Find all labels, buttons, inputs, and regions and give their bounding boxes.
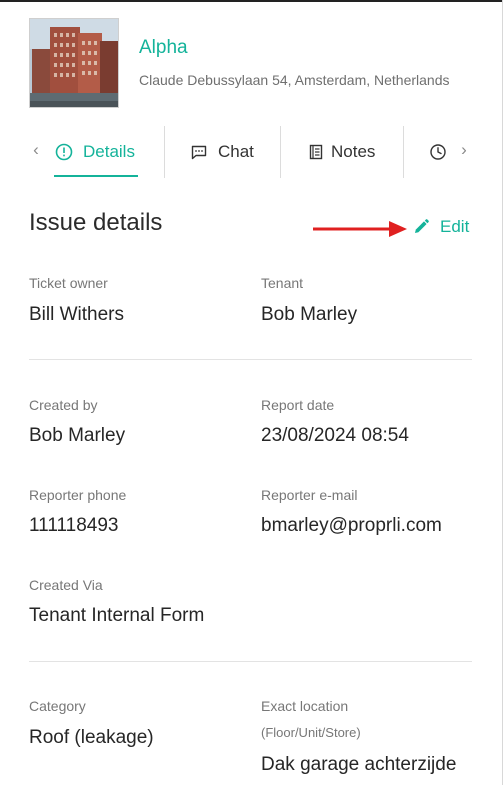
tab-notes[interactable]: Notes xyxy=(306,126,375,178)
report-date-value: 23/08/2024 08:54 xyxy=(261,425,409,446)
created-via-value: Tenant Internal Form xyxy=(29,605,205,626)
tab-separator xyxy=(403,126,404,178)
property-address: Claude Debussylaan 54, Amsterdam, Nether… xyxy=(139,72,450,88)
tenant-label: Tenant xyxy=(261,275,304,291)
property-name[interactable]: Alpha xyxy=(139,37,188,59)
category-label: Category xyxy=(29,698,86,714)
property-thumbnail xyxy=(29,18,119,108)
tab-details-label: Details xyxy=(83,142,135,161)
chat-bubble-icon xyxy=(189,142,209,162)
created-by-value: Bob Marley xyxy=(29,425,126,446)
tab-chat-label: Chat xyxy=(218,142,254,161)
exact-location-value: Dak garage achterzijde xyxy=(261,754,457,775)
edit-button[interactable]: Edit xyxy=(412,217,469,237)
tabs-scroll-right-icon[interactable]: › xyxy=(456,140,472,160)
exact-location-sublabel: (Floor/Unit/Store) xyxy=(261,725,361,740)
active-tab-indicator xyxy=(54,175,138,177)
window-top-border xyxy=(0,0,503,2)
category-value: Roof (leakage) xyxy=(29,727,154,748)
tab-separator xyxy=(164,126,165,178)
reporter-email-value: bmarley@proprli.com xyxy=(261,515,442,536)
info-circle-icon xyxy=(54,142,74,162)
tab-chat[interactable]: Chat xyxy=(189,126,254,178)
tabs-scroll-left-icon[interactable]: ‹ xyxy=(28,140,44,160)
created-via-label: Created Via xyxy=(29,577,103,593)
section-title: Issue details xyxy=(29,209,163,236)
divider xyxy=(29,661,472,662)
notes-icon xyxy=(306,142,326,162)
created-by-label: Created by xyxy=(29,397,98,413)
divider xyxy=(29,359,472,360)
edit-button-label: Edit xyxy=(440,217,470,236)
reporter-phone-label: Reporter phone xyxy=(29,487,127,503)
clock-icon xyxy=(428,142,448,162)
tenant-value: Bob Marley xyxy=(261,304,358,325)
reporter-phone-value: 111118493 xyxy=(29,515,119,536)
exact-location-label: Exact location xyxy=(261,698,349,714)
tab-notes-label: Notes xyxy=(331,142,376,161)
tab-details[interactable]: Details xyxy=(54,126,135,178)
annotation-arrow xyxy=(313,221,407,237)
reporter-email-label: Reporter e-mail xyxy=(261,487,358,503)
tab-separator xyxy=(280,126,281,178)
ticket-owner-value: Bill Withers xyxy=(29,304,125,325)
report-date-label: Report date xyxy=(261,397,335,413)
tab-bar: ‹ Details Chat Notes › xyxy=(0,126,503,178)
pencil-icon xyxy=(412,218,430,236)
ticket-owner-label: Ticket owner xyxy=(29,275,108,291)
tab-history[interactable] xyxy=(428,126,448,178)
